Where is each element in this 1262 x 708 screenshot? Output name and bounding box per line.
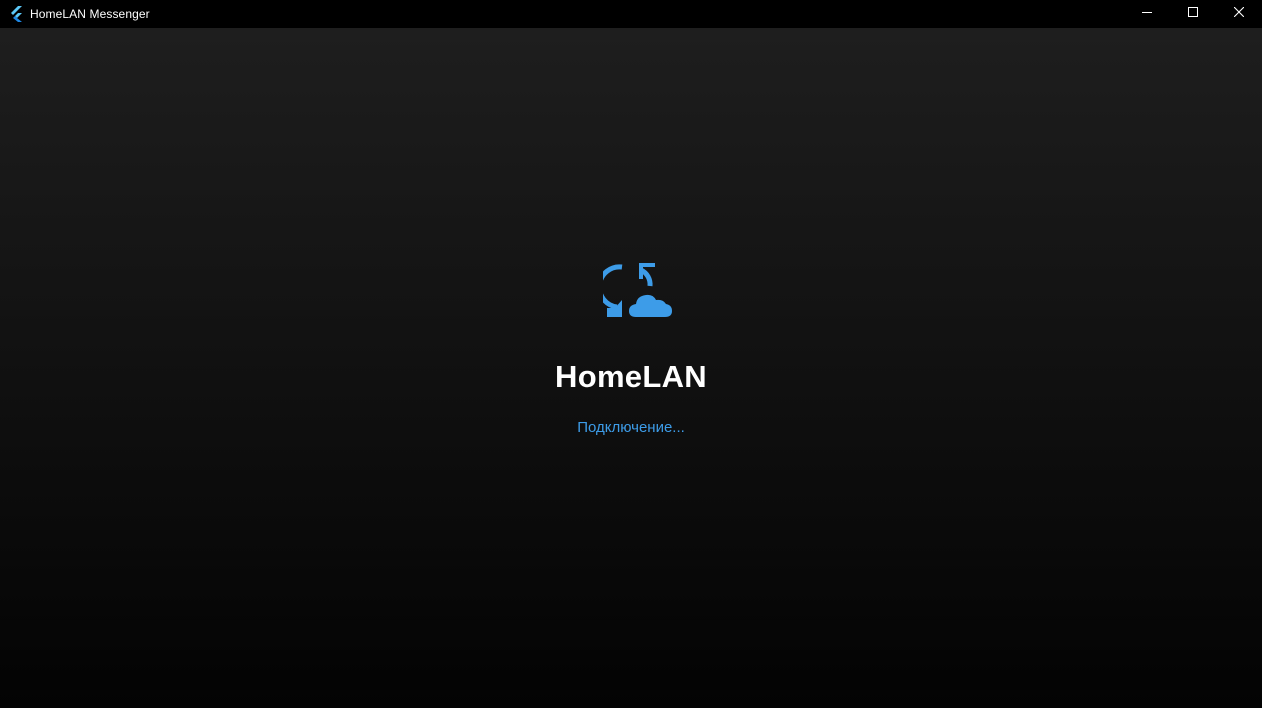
window-title: HomeLAN Messenger [30,7,150,21]
app-window: HomeLAN Messenger HomeLAN Подключение... [0,0,1262,708]
window-controls [1124,0,1262,28]
app-name: HomeLAN [555,359,707,394]
splash-screen: HomeLAN Подключение... [0,28,1262,708]
close-button[interactable] [1216,0,1262,24]
title-bar[interactable]: HomeLAN Messenger [0,0,1262,28]
minimize-icon [1142,12,1152,13]
connection-status: Подключение... [577,419,685,436]
cloud-sync-icon [603,263,672,317]
maximize-button[interactable] [1170,0,1216,24]
minimize-button[interactable] [1124,0,1170,24]
flutter-icon [9,6,25,22]
close-icon [1234,7,1244,17]
maximize-icon [1188,7,1198,17]
